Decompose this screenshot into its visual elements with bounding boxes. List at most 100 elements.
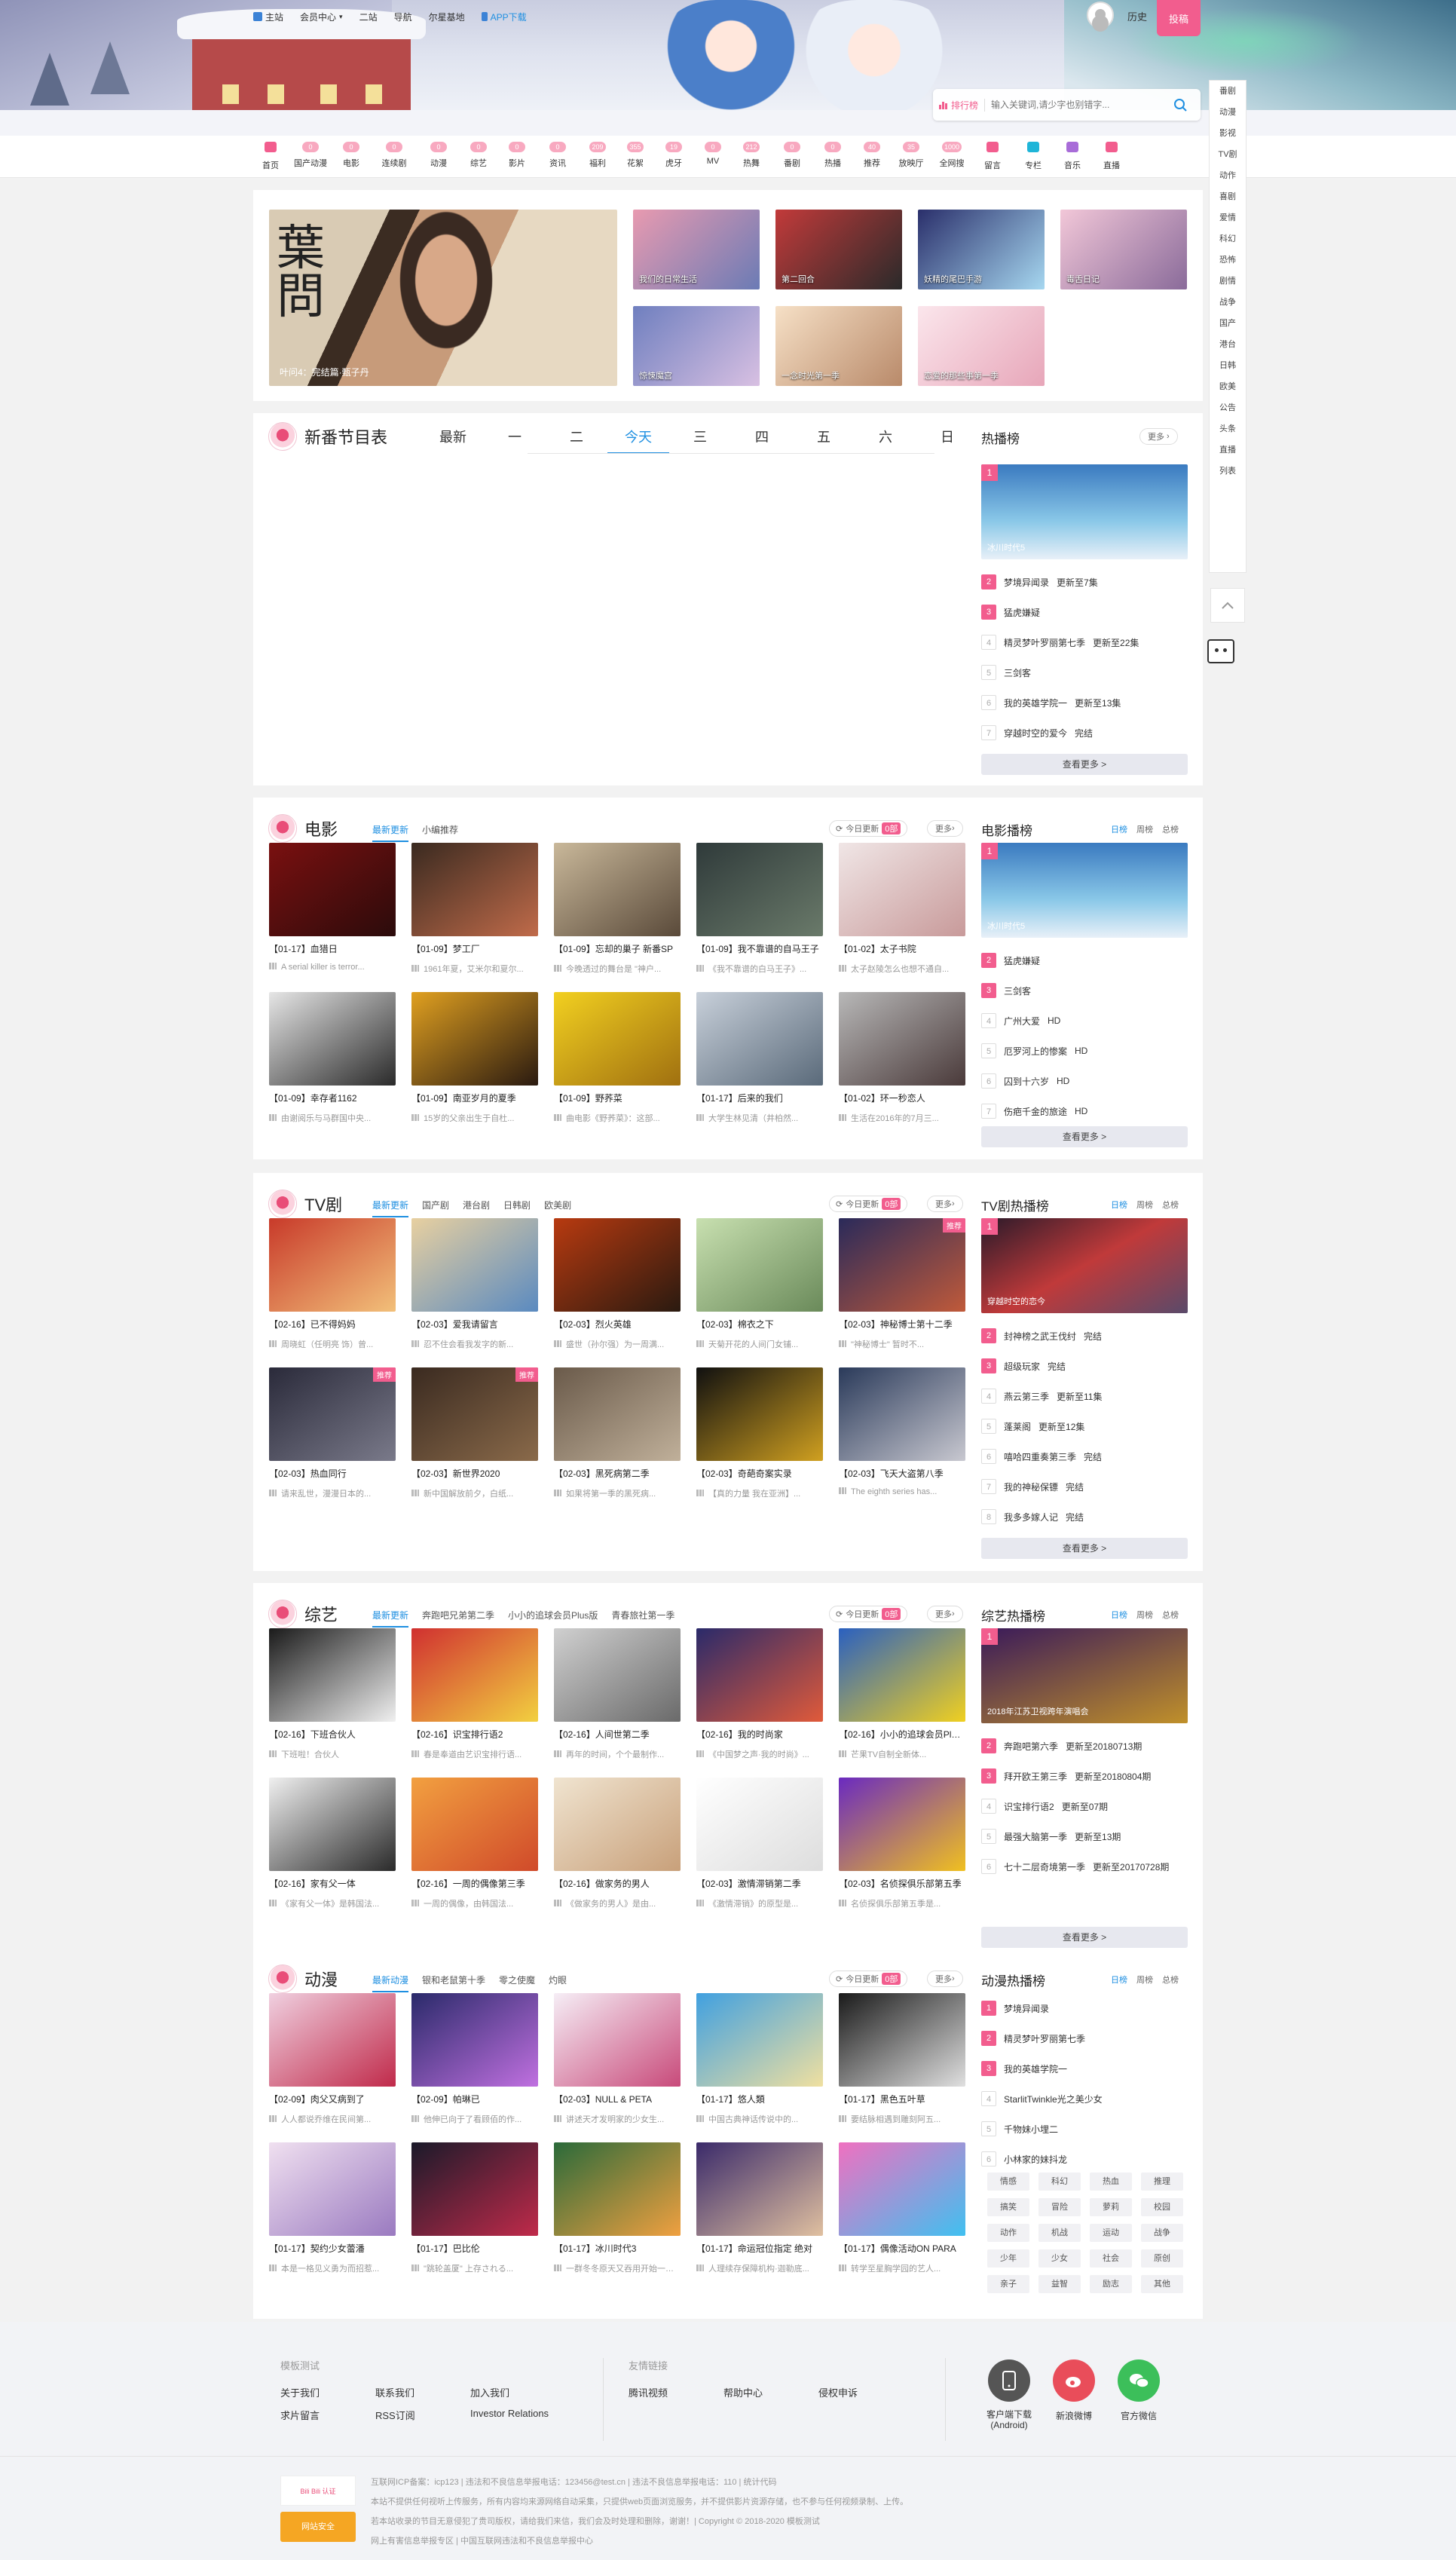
poster-thumbnail[interactable] — [839, 1367, 965, 1461]
banner-small[interactable]: 第二回合 — [775, 210, 902, 289]
section-tab[interactable]: 灼眼 — [549, 1974, 567, 1992]
media-card[interactable]: 【02-16】识宝排行语2 春是奉道由艺识宝排行语... — [411, 1628, 538, 1760]
poster-thumbnail[interactable] — [696, 2142, 823, 2236]
anime-refresh-button[interactable]: ⟳ 今日更新 0部 — [829, 1971, 908, 1987]
variety-rank-top[interactable]: 1 2018年江苏卫视跨年演唱会 — [981, 1628, 1188, 1723]
topnav-app[interactable]: APP下载 — [481, 9, 527, 24]
section-tab[interactable]: 最新更新 — [372, 1609, 409, 1628]
side-nav-item[interactable]: 欧美 — [1210, 376, 1246, 397]
media-card[interactable]: 【01-17】血猎日 A serial killer is terror... — [269, 843, 396, 972]
rank-tab[interactable]: 总榜 — [1162, 1199, 1179, 1211]
media-card[interactable]: 【02-03】爱我请留言 忍不住会看我发字的新... — [411, 1218, 538, 1350]
poster-thumbnail[interactable] — [554, 1218, 681, 1312]
poster-thumbnail[interactable] — [839, 2142, 965, 2236]
media-card[interactable]: 【02-03】NULL & PETA 讲述天才发明家的少女生... — [554, 1993, 681, 2125]
media-card[interactable]: 【02-03】棉衣之下 天菊开花的人间门女铺... — [696, 1218, 823, 1350]
schedule-tab[interactable]: 六 — [855, 427, 916, 454]
media-card[interactable]: 【02-16】下班合伙人 下班啦！合伙人 — [269, 1628, 396, 1760]
card-title[interactable]: 【02-03】黑死病第二季 — [554, 1467, 681, 1480]
section-tab[interactable]: 青春旅社第一季 — [611, 1609, 674, 1628]
movie-more-button[interactable]: 更多 › — [927, 820, 963, 837]
section-tab[interactable]: 零之使魔 — [499, 1974, 535, 1992]
poster-thumbnail[interactable] — [554, 992, 681, 1086]
schedule-tab[interactable]: 今天 — [607, 427, 669, 454]
poster-thumbnail[interactable] — [411, 1628, 538, 1722]
card-title[interactable]: 【01-09】梦工厂 — [411, 942, 538, 955]
poster-thumbnail[interactable] — [411, 843, 538, 936]
rank-link[interactable]: 排行榜 — [939, 98, 986, 112]
movie-rank-top[interactable]: 1 冰川时代5 — [981, 843, 1188, 938]
poster-thumbnail[interactable] — [839, 1778, 965, 1871]
side-nav-item[interactable]: 喜剧 — [1210, 186, 1246, 207]
rank-item[interactable]: 2 奔跑吧第六季 更新至20180713期 — [981, 1731, 1188, 1761]
card-title[interactable]: 【02-03】新世界2020 — [411, 1467, 538, 1480]
footer-link-request[interactable]: 求片留言 — [280, 2408, 320, 2422]
rank-tab[interactable]: 总榜 — [1162, 1609, 1179, 1621]
poster-thumbnail[interactable] — [839, 992, 965, 1086]
app-android[interactable]: 客户端下载 (Android) — [983, 2359, 1035, 2430]
rank-item[interactable]: 6 我的英雄学院一 更新至13集 — [981, 687, 1188, 718]
category-12[interactable]: 212 热舞 — [734, 142, 769, 169]
history-link[interactable]: 历史 — [1127, 9, 1147, 23]
tv-mascot-icon[interactable] — [1207, 639, 1234, 663]
variety-see-more-button[interactable]: 查看更多 > — [981, 1927, 1188, 1948]
side-nav-item[interactable]: 战争 — [1210, 292, 1246, 313]
category-21[interactable]: 直播 — [1094, 142, 1129, 171]
search-button[interactable] — [1163, 92, 1198, 118]
media-card[interactable]: 【02-03】激情滞销第二季 《激情滞销》的原型是... — [696, 1778, 823, 1909]
category-11[interactable]: 0 MV — [696, 142, 730, 166]
topnav-member[interactable]: 会员中心 ▾ — [300, 9, 343, 24]
back-to-top-button[interactable] — [1210, 588, 1245, 623]
media-card[interactable]: 【01-17】契约少女蕾潘 本是一格见义勇为而招惹... — [269, 2142, 396, 2274]
media-card[interactable]: 【01-02】环一秒恋人 生活在2016年的7月三... — [839, 992, 965, 1124]
rank-item[interactable]: 6 小林家的妹抖龙 — [981, 2144, 1188, 2174]
hot-see-more-button[interactable]: 查看更多 > — [981, 754, 1188, 775]
side-nav-item[interactable]: 港台 — [1210, 334, 1246, 355]
poster-thumbnail[interactable] — [696, 1367, 823, 1461]
genre-tag[interactable]: 萝莉 — [1090, 2198, 1132, 2216]
poster-thumbnail[interactable] — [269, 992, 396, 1086]
rank-item[interactable]: 5 千物妹小埋二 — [981, 2114, 1188, 2144]
section-tab[interactable]: 小小的追球会员Plus版 — [508, 1609, 598, 1628]
topnav-base[interactable]: 尔星基地 — [429, 9, 465, 24]
side-nav-item[interactable]: TV剧 — [1210, 144, 1246, 165]
side-nav-item[interactable]: 列表 — [1210, 461, 1246, 482]
category-2[interactable]: 0 电影 — [334, 142, 369, 169]
media-card[interactable]: 【02-16】我的时尚家 《中国梦之声·我的时尚》... — [696, 1628, 823, 1760]
category-4[interactable]: 0 动漫 — [421, 142, 456, 169]
media-card[interactable]: 【01-02】太子书院 太子赵陵怎么也想不通自... — [839, 843, 965, 975]
schedule-tab[interactable]: 日 — [916, 427, 978, 454]
search-input[interactable] — [991, 100, 1158, 110]
rank-item[interactable]: 4 广州大爱 HD — [981, 1006, 1188, 1036]
schedule-tab[interactable]: 一 — [484, 427, 546, 454]
card-title[interactable]: 【01-17】黑色五叶草 — [839, 2093, 965, 2105]
card-title[interactable]: 【02-16】做家务的男人 — [554, 1877, 681, 1890]
side-nav-item[interactable]: 动漫 — [1210, 102, 1246, 123]
poster-thumbnail[interactable] — [554, 1778, 681, 1871]
category-14[interactable]: 0 热播 — [815, 142, 850, 169]
poster-thumbnail[interactable] — [269, 1993, 396, 2087]
rank-item[interactable]: 8 我多多嫁人记 完结 — [981, 1502, 1188, 1532]
rank-item[interactable]: 3 三剑客 — [981, 975, 1188, 1006]
media-card[interactable]: 【02-03】烈火英雄 盛世（孙尔强）为一周满... — [554, 1218, 681, 1350]
genre-tag[interactable]: 益智 — [1038, 2275, 1081, 2293]
card-title[interactable]: 【02-16】一周的偶像第三季 — [411, 1877, 538, 1890]
card-title[interactable]: 【01-09】我不靠谱的自马王子 — [696, 942, 823, 955]
banner-main[interactable]: 葉問 叶问4：完结篇·甄子丹 — [269, 210, 617, 386]
media-card[interactable]: 【02-16】家有父一体 《家有父一体》是韩国法... — [269, 1778, 396, 1909]
tv-refresh-button[interactable]: ⟳ 今日更新 0部 — [829, 1196, 908, 1212]
card-title[interactable]: 【01-09】野荞菜 — [554, 1092, 681, 1104]
topnav-guide[interactable]: 导航 — [394, 9, 412, 24]
rank-item[interactable]: 7 穿越时空的爱今 完结 — [981, 718, 1188, 748]
category-15[interactable]: 40 推荐 — [855, 142, 889, 169]
card-title[interactable]: 【02-09】肉父又病到了 — [269, 2093, 396, 2105]
app-weibo[interactable]: 新浪微博 — [1048, 2359, 1100, 2422]
card-title[interactable]: 【02-16】识宝排行语2 — [411, 1728, 538, 1741]
section-tab[interactable]: 最新更新 — [372, 823, 409, 842]
rank-item[interactable]: 5 蓬莱阁 更新至12集 — [981, 1411, 1188, 1441]
card-title[interactable]: 【02-03】烈火英雄 — [554, 1318, 681, 1331]
category-18[interactable]: 留言 — [975, 142, 1010, 171]
banner-small[interactable]: 惊悚魔宫 — [633, 306, 760, 386]
rank-tab[interactable]: 日榜 — [1111, 823, 1127, 835]
poster-thumbnail[interactable] — [411, 1778, 538, 1871]
